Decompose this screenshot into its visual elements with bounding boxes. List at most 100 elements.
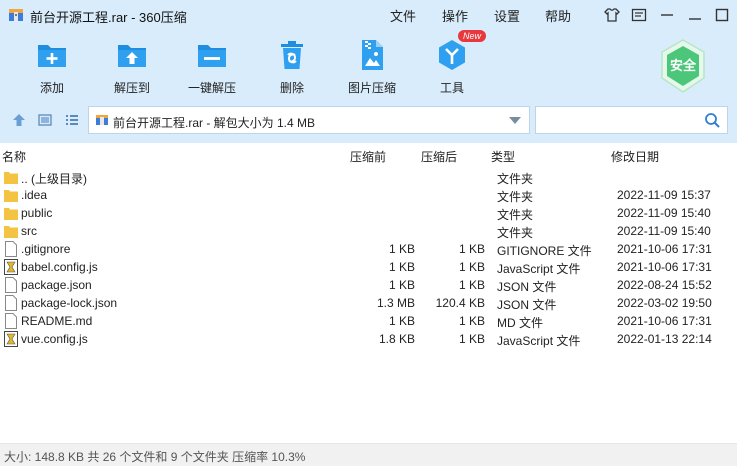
file-date: 2021-10-06 17:31 (617, 314, 712, 328)
add-button[interactable]: 添加 (12, 38, 92, 96)
extract-to-button[interactable]: 解压到 (92, 38, 172, 96)
file-type: MD 文件 (497, 316, 543, 330)
archive-file-icon (96, 115, 108, 125)
menu-settings[interactable]: 设置 (494, 6, 520, 25)
folder-icon (4, 226, 18, 238)
file-size-after: 1 KB (458, 260, 485, 274)
file-name: README.md (21, 314, 93, 328)
shield-icon: 安全 (661, 39, 705, 93)
file-size-before: 1.3 MB (376, 296, 415, 310)
file-date: 2022-03-02 19:50 (617, 296, 712, 310)
col-size-before[interactable]: 压缩前 (350, 148, 386, 165)
file-icon (5, 313, 17, 329)
file-name: src (21, 224, 37, 238)
col-name[interactable]: 名称 (2, 148, 26, 165)
folder-icon (4, 190, 18, 202)
extract-to-icon (118, 45, 146, 67)
one-click-extract-label: 一键解压 (187, 81, 236, 95)
col-modified[interactable]: 修改日期 (611, 148, 659, 165)
file-type: GITIGNORE 文件 (497, 244, 592, 258)
maximize-icon[interactable] (713, 6, 731, 24)
file-size-before: 1 KB (388, 314, 415, 328)
tools-label: 工具 (439, 81, 464, 95)
dropdown-menu-icon[interactable] (658, 6, 676, 24)
col-type[interactable]: 类型 (491, 148, 515, 165)
feedback-icon[interactable] (630, 6, 648, 24)
add-archive-icon (38, 45, 66, 67)
file-date: 2021-10-06 17:31 (617, 242, 712, 256)
file-size-before: 1.8 KB (378, 332, 415, 346)
js-file-icon (4, 331, 18, 347)
file-name: babel.config.js (21, 260, 98, 274)
file-name: .. (上级目录) (21, 172, 87, 186)
path-dropdown-icon[interactable] (509, 117, 521, 124)
folder-icon (4, 172, 18, 184)
list-item[interactable]: public 文件夹 2022-11-09 15:40 (0, 204, 737, 222)
js-file-icon (4, 259, 18, 275)
list-item[interactable]: .gitignore 1 KB 1 KB GITIGNORE 文件 2021-1… (0, 240, 737, 258)
image-compress-button[interactable]: 图片压缩 (332, 38, 412, 96)
file-name: .idea (21, 188, 48, 202)
col-size-after[interactable]: 压缩后 (421, 148, 457, 165)
title-bar: 前台开源工程.rar - 360压缩 文件 操作 设置 帮助 (0, 0, 737, 30)
list-item[interactable]: .. (上级目录) 文件夹 (0, 168, 737, 186)
file-name: vue.config.js (21, 332, 88, 346)
file-name: .gitignore (21, 242, 71, 256)
status-text: 大小: 148.8 KB 共 26 个文件和 9 个文件夹 压缩率 10.3% (4, 450, 306, 464)
add-label: 添加 (39, 81, 64, 95)
file-name: package-lock.json (21, 296, 118, 310)
file-name: public (21, 206, 53, 220)
file-size-before: 1 KB (388, 260, 415, 274)
security-badge[interactable]: 安全 (658, 38, 708, 94)
list-view-icon[interactable] (64, 112, 80, 128)
file-size-before: 1 KB (388, 278, 415, 292)
file-size-after: 1 KB (458, 332, 485, 346)
image-compress-icon (362, 40, 383, 70)
skin-shirt-icon[interactable] (603, 6, 621, 24)
archive-app-icon (9, 9, 23, 21)
folder-icon (4, 208, 18, 220)
minimize-icon[interactable] (686, 6, 704, 24)
file-type: JavaScript 文件 (497, 334, 581, 348)
file-size-after: 1 KB (458, 278, 485, 292)
file-type: JSON 文件 (497, 298, 557, 312)
file-date: 2022-11-09 15:37 (617, 188, 711, 202)
list-item[interactable]: README.md 1 KB 1 KB MD 文件 2021-10-06 17:… (0, 312, 737, 330)
search-icon[interactable] (704, 112, 721, 129)
up-arrow-icon[interactable] (11, 112, 27, 128)
menu-help[interactable]: 帮助 (545, 6, 571, 25)
file-type: 文件夹 (497, 226, 534, 240)
path-text: 前台开源工程.rar - 解包大小为 1.4 MB (113, 116, 316, 130)
delete-button[interactable]: 删除 (252, 38, 332, 96)
list-item[interactable]: .idea 文件夹 2022-11-09 15:37 (0, 186, 737, 204)
file-type: 文件夹 (497, 172, 534, 186)
thumbnail-view-icon[interactable] (37, 112, 53, 128)
file-size-after: 1 KB (458, 242, 485, 256)
file-date: 2021-10-06 17:31 (617, 260, 712, 274)
list-item[interactable]: src 文件夹 2022-11-09 15:40 (0, 222, 737, 240)
one-click-extract-icon (198, 45, 226, 67)
security-label: 安全 (670, 58, 697, 74)
search-input[interactable] (535, 106, 728, 134)
new-badge: New (458, 30, 487, 42)
list-item[interactable]: package-lock.json 1.3 MB 120.4 KB JSON 文… (0, 294, 737, 312)
list-item[interactable]: package.json 1 KB 1 KB JSON 文件 2022-08-2… (0, 276, 737, 294)
file-date: 2022-11-09 15:40 (617, 224, 711, 238)
file-type: 文件夹 (497, 208, 534, 222)
column-header: 名称 压缩前 压缩后 类型 修改日期 (0, 143, 737, 167)
tools-button[interactable]: New 工具 (412, 30, 492, 96)
extract-to-label: 解压到 (113, 81, 150, 95)
one-click-extract-button[interactable]: 一键解压 (172, 38, 252, 96)
list-item[interactable]: babel.config.js 1 KB 1 KB JavaScript 文件 … (0, 258, 737, 276)
file-type: 文件夹 (497, 190, 534, 204)
file-type: JSON 文件 (497, 280, 557, 294)
menu-operation[interactable]: 操作 (442, 6, 468, 25)
file-type: JavaScript 文件 (497, 262, 581, 276)
top-panel: 前台开源工程.rar - 360压缩 文件 操作 设置 帮助 添加 解压到 一键… (0, 0, 737, 143)
list-item[interactable]: vue.config.js 1.8 KB 1 KB JavaScript 文件 … (0, 330, 737, 348)
path-bar[interactable]: 前台开源工程.rar - 解包大小为 1.4 MB (88, 106, 530, 134)
window-title: 前台开源工程.rar - 360压缩 (30, 10, 187, 25)
file-size-after: 1 KB (458, 314, 485, 328)
menu-file[interactable]: 文件 (390, 6, 416, 25)
file-date: 2022-11-09 15:40 (617, 206, 711, 220)
